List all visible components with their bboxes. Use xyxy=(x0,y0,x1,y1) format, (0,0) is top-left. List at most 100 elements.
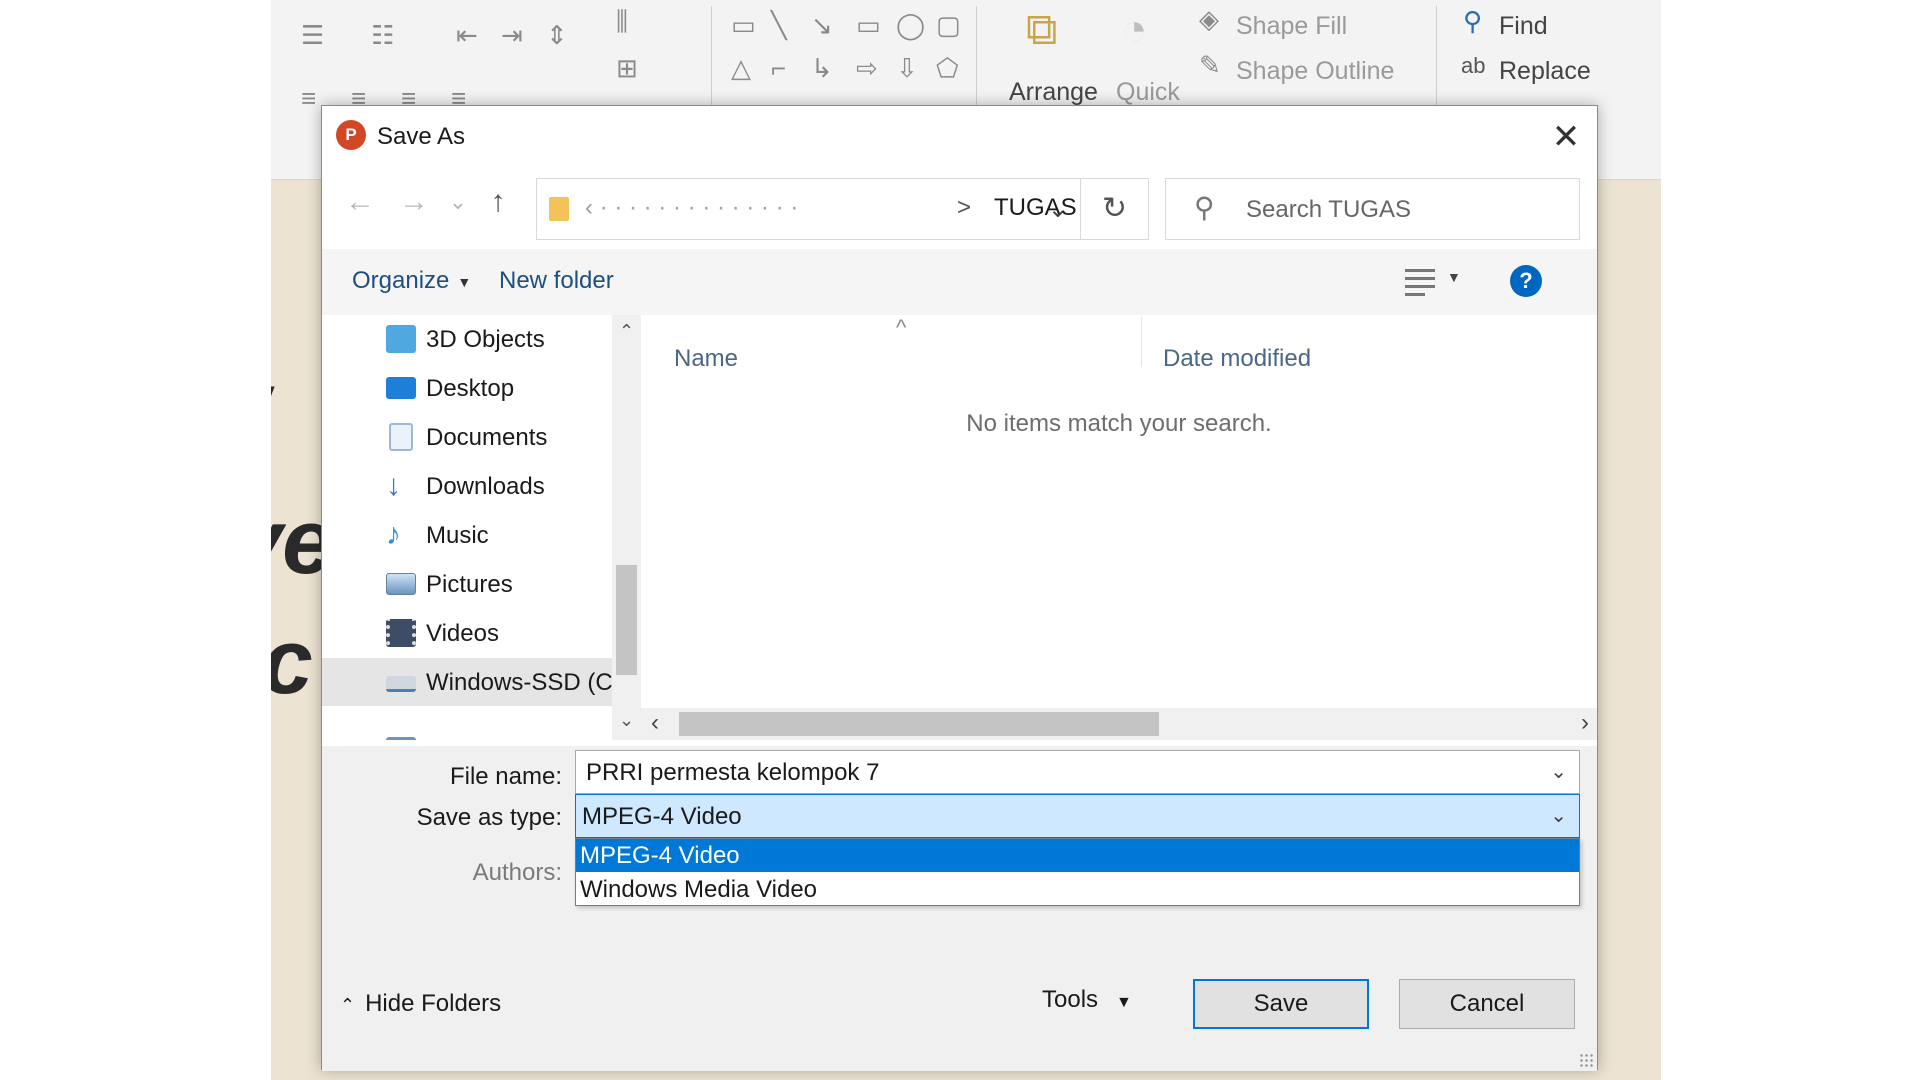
empty-folder-message: No items match your search. xyxy=(966,410,1272,437)
address-breadcrumb-obscured[interactable]: ‹ · · · · · · · · · · · · · · xyxy=(585,194,798,222)
rectangle-shape-icon[interactable]: ▭ xyxy=(856,12,881,38)
sidebar-item-windows-ssd[interactable]: Windows-SSD (C xyxy=(322,658,612,706)
find-icon[interactable]: ⚲ xyxy=(1463,8,1482,34)
line-shape-icon[interactable]: ╲ xyxy=(771,12,787,38)
find-label[interactable]: Find xyxy=(1499,12,1548,41)
triangle-shape-icon[interactable]: △ xyxy=(731,55,751,81)
file-name-input[interactable] xyxy=(586,759,1526,787)
decrease-indent-icon[interactable]: ⇤ xyxy=(456,22,478,48)
column-header-date-modified[interactable]: Date modified xyxy=(1163,345,1311,373)
save-as-type-dropdown-icon[interactable]: ⌄ xyxy=(1550,803,1567,828)
hide-folders-button[interactable]: ⌃ Hide Folders xyxy=(340,990,501,1018)
sidebar-item-music[interactable]: ♪ Music xyxy=(322,511,612,559)
oval-shape-icon[interactable]: ◯ xyxy=(896,12,925,38)
view-dropdown-icon[interactable]: ▼ xyxy=(1447,269,1461,285)
organize-label: Organize xyxy=(352,267,450,294)
search-input[interactable] xyxy=(1246,196,1566,224)
file-name-dropdown-icon[interactable]: ⌄ xyxy=(1550,759,1567,784)
slide-text-fragment: :c xyxy=(271,610,313,715)
align-left-icon[interactable]: ≡ xyxy=(301,85,316,111)
freeform-shape-icon[interactable]: ⬠ xyxy=(936,55,959,81)
shape-fill-icon[interactable]: ◈ xyxy=(1199,6,1219,32)
elbow-arrow-shape-icon[interactable]: ↳ xyxy=(811,55,833,81)
sidebar-item-documents[interactable]: Documents xyxy=(322,413,612,461)
scroll-up-icon[interactable]: ⌃ xyxy=(612,321,641,342)
save-as-type-label: Save as type: xyxy=(416,804,562,831)
replace-icon[interactable]: ab xyxy=(1461,55,1485,77)
replace-label[interactable]: Replace xyxy=(1499,57,1591,86)
column-header-name[interactable]: Name xyxy=(674,345,738,373)
search-box[interactable]: ⚲ xyxy=(1165,178,1580,240)
address-dropdown-icon[interactable]: ⌄ xyxy=(1048,195,1068,224)
sidebar-item-label: Documents xyxy=(426,424,548,451)
sidebar-item-network-partial[interactable] xyxy=(322,707,612,740)
refresh-button[interactable]: ↻ xyxy=(1081,178,1149,240)
file-list-horizontal-scrollbar[interactable]: ‹ › xyxy=(641,708,1597,740)
scrollbar-thumb[interactable] xyxy=(616,565,637,675)
sidebar-item-desktop[interactable]: Desktop xyxy=(322,364,612,412)
file-name-label: File name: xyxy=(449,763,562,790)
save-as-type-select[interactable]: MPEG-4 Video ⌄ xyxy=(575,794,1580,838)
documents-icon xyxy=(389,423,413,451)
shape-outline-label[interactable]: Shape Outline xyxy=(1236,57,1394,86)
arrange-icon[interactable]: ⧉ xyxy=(1026,8,1057,52)
tools-button[interactable]: Tools ▼ xyxy=(1042,986,1132,1014)
file-name-field[interactable]: ⌄ xyxy=(575,750,1580,794)
rounded-rect-shape-icon[interactable]: ▢ xyxy=(936,12,961,38)
tools-label: Tools xyxy=(1042,986,1099,1013)
authors-label: Authors: xyxy=(472,859,562,886)
option-windows-media-video[interactable]: Windows Media Video xyxy=(576,873,1579,906)
save-options-panel: File name: ⌄ Save as type: MPEG-4 Video … xyxy=(322,746,1597,1071)
save-button[interactable]: Save xyxy=(1193,979,1369,1029)
recent-locations-button[interactable]: ⌄ xyxy=(438,182,478,222)
down-arrow-shape-icon[interactable]: ⇩ xyxy=(896,55,918,81)
column-divider[interactable] xyxy=(1141,317,1142,367)
textbox-shape-icon[interactable]: ▭ xyxy=(731,12,756,38)
numbering-icon[interactable]: ☷ xyxy=(371,22,394,48)
dialog-title: Save As xyxy=(377,123,466,150)
search-icon: ⚲ xyxy=(1194,192,1215,223)
back-button[interactable]: ← xyxy=(340,182,380,222)
increase-indent-icon[interactable]: ⇥ xyxy=(501,22,523,48)
help-icon[interactable]: ? xyxy=(1510,265,1542,297)
scroll-right-icon[interactable]: › xyxy=(1581,709,1589,737)
connector-shape-icon[interactable]: ⌐ xyxy=(771,55,786,81)
shape-outline-icon[interactable]: ✎ xyxy=(1199,52,1221,78)
scrollbar-thumb[interactable] xyxy=(679,712,1159,736)
option-mpeg4-video[interactable]: MPEG-4 Video xyxy=(576,839,1579,872)
sidebar-item-label: Windows-SSD (C xyxy=(426,669,612,696)
arrow-line-shape-icon[interactable]: ↘ xyxy=(811,12,833,38)
right-arrow-shape-icon[interactable]: ⇨ xyxy=(856,55,878,81)
breadcrumb-separator[interactable]: > xyxy=(957,194,971,222)
view-options-icon[interactable] xyxy=(1405,267,1435,296)
address-bar[interactable]: ‹ · · · · · · · · · · · · · · > TUGAS ⌄ xyxy=(536,178,1081,240)
resize-grip[interactable] xyxy=(1579,1053,1593,1067)
powerpoint-icon: P xyxy=(336,120,366,150)
shape-fill-label[interactable]: Shape Fill xyxy=(1236,12,1347,41)
line-spacing-icon[interactable]: ⇕ xyxy=(546,22,568,48)
quick-styles-label[interactable]: Quick xyxy=(1116,78,1180,107)
sidebar-item-pictures[interactable]: Pictures xyxy=(322,560,612,608)
save-as-type-value: MPEG-4 Video xyxy=(582,803,742,830)
bullets-icon[interactable]: ☰ xyxy=(301,22,324,48)
close-button[interactable]: ✕ xyxy=(1535,106,1597,168)
sidebar-item-3d-objects[interactable]: 3D Objects xyxy=(322,315,612,363)
desktop-icon xyxy=(386,377,416,399)
downloads-icon: ↓ xyxy=(386,469,401,502)
sidebar-item-videos[interactable]: Videos xyxy=(322,609,612,657)
align-text-icon[interactable]: ⊞ xyxy=(616,55,638,81)
forward-button[interactable]: → xyxy=(394,182,434,222)
dialog-titlebar[interactable]: P Save As ✕ xyxy=(322,106,1597,168)
sidebar-item-downloads[interactable]: ↓ Downloads xyxy=(322,462,612,510)
cancel-button[interactable]: Cancel xyxy=(1399,979,1575,1029)
scroll-left-icon[interactable]: ‹ xyxy=(651,709,659,737)
new-folder-button[interactable]: New folder xyxy=(499,267,614,295)
sidebar-item-label: Music xyxy=(426,522,489,549)
quick-styles-icon[interactable]: ◔ xyxy=(1121,8,1148,52)
text-direction-icon[interactable]: ⫼ xyxy=(616,8,628,34)
organize-button[interactable]: Organize ▼ xyxy=(352,267,471,295)
scroll-down-icon[interactable]: ⌄ xyxy=(612,710,641,731)
up-folder-button[interactable]: ↑ xyxy=(478,182,518,222)
navigation-pane-scrollbar[interactable]: ⌃ ⌄ xyxy=(612,315,641,740)
arrange-label[interactable]: Arrange xyxy=(1009,78,1098,107)
